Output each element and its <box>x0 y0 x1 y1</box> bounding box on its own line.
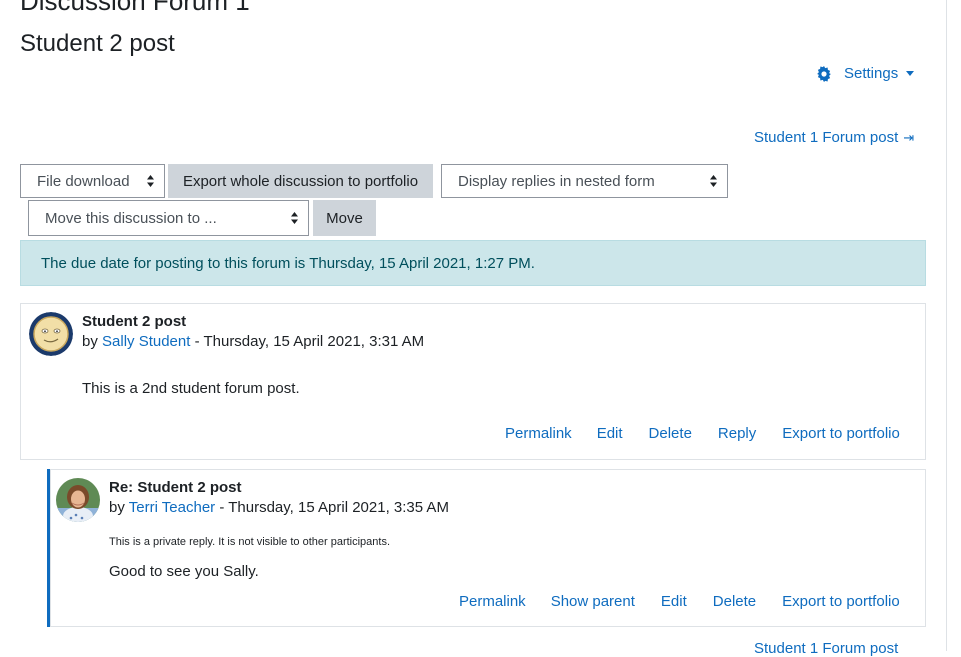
edit-link[interactable]: Edit <box>661 593 687 610</box>
delete-link[interactable]: Delete <box>713 593 756 610</box>
file-download-select[interactable]: File download <box>20 164 165 198</box>
gear-icon <box>817 65 831 82</box>
private-reply-note: This is a private reply. It is not visib… <box>109 536 391 548</box>
author-link[interactable]: Sally Student <box>102 333 190 350</box>
reply-link[interactable]: Reply <box>718 425 756 442</box>
forum-title: Discussion Forum 1 <box>20 0 250 16</box>
post-body: This is a 2nd student forum post. <box>82 380 300 397</box>
post-subject: Student 2 post <box>82 313 187 330</box>
delete-link[interactable]: Delete <box>649 425 692 442</box>
sort-updown-icon <box>291 212 298 224</box>
post-date: - Thursday, 15 April 2021, 3:31 AM <box>190 333 425 350</box>
post-byline: by Sally Student - Thursday, 15 April 20… <box>82 333 424 350</box>
caret-down-icon <box>906 71 915 76</box>
post-byline: by Terri Teacher - Thursday, 15 April 20… <box>109 499 449 516</box>
discussion-title: Student 2 post <box>20 30 175 57</box>
due-date-text: The due date for posting to this forum i… <box>41 254 535 272</box>
display-mode-select[interactable]: Display replies in nested form <box>441 164 728 198</box>
post-body: Good to see you Sally. <box>109 563 259 580</box>
arrow-right-icon: ⇥ <box>903 129 915 145</box>
due-date-alert: The due date for posting to this forum i… <box>20 240 926 286</box>
file-download-label: File download <box>37 172 130 190</box>
post-subject: Re: Student 2 post <box>109 479 242 496</box>
next-discussion-link-bottom[interactable]: Student 1 Forum post <box>754 640 898 657</box>
permalink-link[interactable]: Permalink <box>505 425 572 442</box>
page-right-border <box>946 0 947 651</box>
export-to-portfolio-link[interactable]: Export to portfolio <box>782 593 900 610</box>
byline-by: by <box>109 499 125 516</box>
post-actions: Permalink Edit Delete Reply Export to po… <box>505 425 900 442</box>
author-link[interactable]: Terri Teacher <box>129 499 215 516</box>
avatar <box>29 312 73 356</box>
export-whole-discussion-button[interactable]: Export whole discussion to portfolio <box>168 164 433 198</box>
display-mode-label: Display replies in nested form <box>458 172 655 190</box>
show-parent-link[interactable]: Show parent <box>551 593 635 610</box>
next-discussion-label: Student 1 Forum post <box>754 129 899 146</box>
forum-post: Student 2 post by Sally Student - Thursd… <box>20 303 926 460</box>
sort-updown-icon <box>147 175 154 187</box>
move-discussion-select[interactable]: Move this discussion to ... <box>28 200 309 236</box>
avatar <box>56 478 100 522</box>
post-actions: Permalink Show parent Edit Delete Export… <box>459 593 900 610</box>
sort-updown-icon <box>710 175 717 187</box>
forum-post-reply: Re: Student 2 post by Terri Teacher - Th… <box>50 469 926 627</box>
move-button[interactable]: Move <box>313 200 376 236</box>
permalink-link[interactable]: Permalink <box>459 593 526 610</box>
export-to-portfolio-link[interactable]: Export to portfolio <box>782 425 900 442</box>
edit-link[interactable]: Edit <box>597 425 623 442</box>
next-discussion-link[interactable]: Student 1 Forum post ⇥ <box>754 129 914 146</box>
move-button-label: Move <box>326 209 363 227</box>
settings-label: Settings <box>844 65 899 82</box>
export-whole-discussion-label: Export whole discussion to portfolio <box>182 172 419 190</box>
settings-menu-button[interactable]: Settings <box>816 65 915 82</box>
post-date: - Thursday, 15 April 2021, 3:35 AM <box>215 499 449 516</box>
byline-by: by <box>82 333 98 350</box>
move-discussion-label: Move this discussion to ... <box>45 209 217 227</box>
